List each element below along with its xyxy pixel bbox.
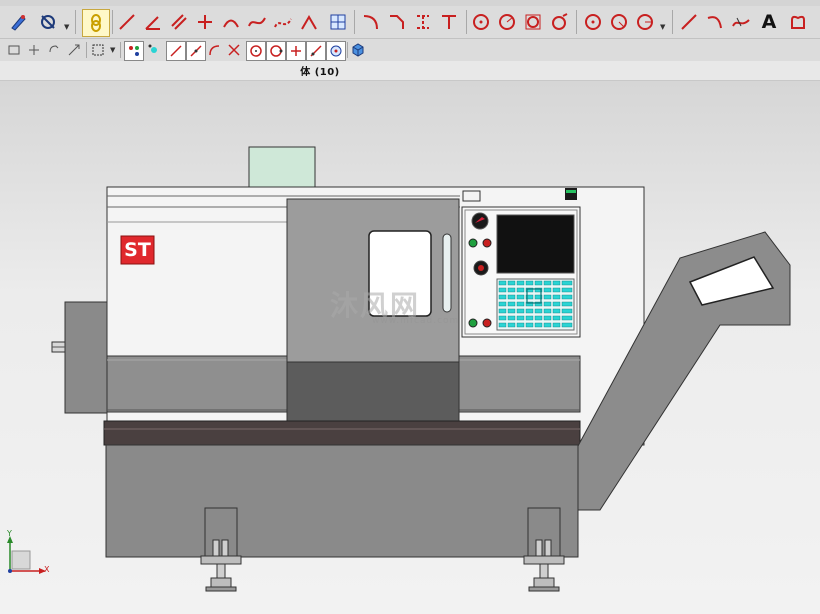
top-housing xyxy=(248,146,316,190)
machine-base xyxy=(105,444,579,558)
brand-badge-text: ST xyxy=(124,239,151,261)
cnc-keypad xyxy=(496,278,575,331)
spindle-housing xyxy=(64,301,108,414)
cycle-start-button xyxy=(468,238,478,248)
feed-hold-button xyxy=(482,238,492,248)
leveling-foot-right xyxy=(523,507,565,592)
status-light xyxy=(565,188,577,200)
door-handle xyxy=(442,233,452,313)
leveling-foot-left xyxy=(200,507,242,592)
watermark-url: www.mfcad.com xyxy=(372,316,460,326)
power-on-button xyxy=(468,318,478,328)
door-lower-panel xyxy=(286,361,460,423)
power-off-button xyxy=(482,318,492,328)
y-axis-label: Y xyxy=(7,529,12,538)
coordinate-axes xyxy=(7,536,46,574)
cnc-screen xyxy=(496,214,575,274)
bed-rail xyxy=(103,420,581,446)
x-axis-label: X xyxy=(44,565,50,574)
